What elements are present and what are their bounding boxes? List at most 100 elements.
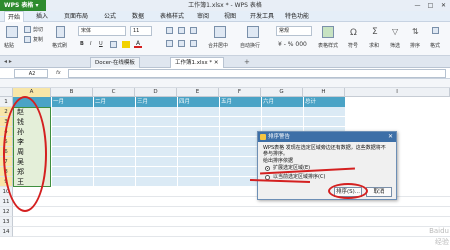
align-left-icon[interactable]	[166, 40, 173, 47]
column-header-b[interactable]: B	[51, 88, 93, 97]
font-name-select[interactable]: 宋体	[78, 26, 126, 36]
column-header-g[interactable]: G	[261, 88, 303, 97]
name-box[interactable]: A2	[14, 69, 48, 78]
dialog-close-icon[interactable]: ✕	[386, 133, 395, 141]
copy-label[interactable]: 复制	[33, 36, 43, 43]
filter-label[interactable]: 筛选	[390, 42, 400, 49]
header-total[interactable]: 总计	[303, 97, 316, 107]
merge-center-icon[interactable]	[214, 26, 226, 38]
formula-bar: A2 fx	[0, 68, 450, 79]
app-menu-button[interactable]: WPS 表格 ▾	[0, 0, 46, 11]
new-tab-icon[interactable]: +	[244, 58, 250, 66]
menu-features[interactable]: 特色功能	[285, 11, 309, 22]
sum-icon[interactable]: Σ	[372, 27, 378, 37]
fill-color-icon[interactable]	[122, 41, 130, 48]
annotation-circle-sort-button	[328, 183, 368, 199]
cancel-button[interactable]: 取消	[366, 187, 392, 197]
wrap-text-label[interactable]: 自动换行	[240, 42, 260, 49]
header-jun[interactable]: 六月	[261, 97, 274, 107]
menu-review[interactable]: 审阅	[197, 11, 209, 22]
tab-docer-label: Docer-在线模板	[95, 60, 135, 66]
column-header-e[interactable]: E	[177, 88, 219, 97]
format-label[interactable]: 格式	[430, 42, 440, 49]
minimize-button[interactable]: —	[412, 1, 423, 10]
header-jan[interactable]: 一月	[51, 97, 64, 107]
ribbon-toolbar: 粘贴 剪切 复制 格式刷 宋体 11 B I U A 合并居中 自动换行 常规 …	[0, 22, 450, 56]
app-name: WPS 表格	[4, 2, 34, 9]
align-center-icon[interactable]	[178, 40, 185, 47]
row-header[interactable]: 1	[0, 97, 13, 107]
italic-button[interactable]: I	[90, 41, 91, 47]
font-size-select[interactable]: 11	[130, 26, 152, 36]
menu-page-layout[interactable]: 页面布局	[64, 11, 88, 22]
header-mar[interactable]: 三月	[135, 97, 148, 107]
tab-workbook1[interactable]: 工作簿1.xlsx * ✕	[170, 57, 224, 68]
row-header[interactable]: 13	[0, 217, 13, 227]
row-header[interactable]: 14	[0, 227, 13, 237]
currency-icon[interactable]: ¥ - % 000	[278, 41, 307, 48]
header-may[interactable]: 五月	[219, 97, 232, 107]
header-apr[interactable]: 四月	[177, 97, 190, 107]
row-header[interactable]: 12	[0, 207, 13, 217]
sort-icon[interactable]: ⇅	[412, 27, 419, 36]
cut-label[interactable]: 剪切	[33, 26, 43, 33]
menu-developer[interactable]: 开发工具	[250, 11, 274, 22]
menu-insert[interactable]: 插入	[36, 11, 48, 22]
align-right-icon[interactable]	[190, 40, 197, 47]
tab-docer-templates[interactable]: Docer-在线模板	[90, 57, 140, 68]
menu-table-style[interactable]: 表格样式	[160, 11, 184, 22]
paste-icon[interactable]	[6, 26, 18, 38]
format-painter-label[interactable]: 格式刷	[52, 42, 67, 49]
format-icon[interactable]	[432, 27, 439, 34]
column-header-f[interactable]: F	[219, 88, 261, 97]
menu-view[interactable]: 视图	[224, 11, 236, 22]
fx-icon[interactable]: fx	[56, 70, 61, 76]
close-button[interactable]: ✕	[438, 1, 449, 10]
maximize-button[interactable]: □	[425, 1, 436, 10]
menu-bar: 开始 插入 页面布局 公式 数据 表格样式 审阅 视图 开发工具 特色功能	[0, 11, 450, 22]
table-style-icon[interactable]	[322, 26, 334, 38]
tab-workbook-label: 工作簿1.xlsx *	[175, 60, 213, 66]
column-header-c[interactable]: C	[93, 88, 135, 97]
font-color-icon[interactable]: A	[134, 41, 142, 48]
formula-input[interactable]	[68, 69, 446, 78]
align-middle-icon[interactable]	[178, 27, 185, 34]
header-feb[interactable]: 二月	[93, 97, 106, 107]
column-divider	[135, 97, 136, 187]
column-header-d[interactable]: D	[135, 88, 177, 97]
wrap-text-icon[interactable]	[247, 26, 259, 38]
watermark-line2: 经验	[435, 238, 449, 246]
sort-label[interactable]: 排序	[410, 42, 420, 49]
dialog-prompt: 给出排序依据	[263, 158, 294, 164]
sort-warning-dialog: 排序警告 ✕ WPS表格 发现在选定区域旁边还有数据，这些数据将不 参与排序。 …	[257, 131, 397, 200]
expand-selection-radio[interactable]	[265, 166, 270, 171]
symbol-label[interactable]: 符号	[348, 42, 358, 49]
menu-home[interactable]: 开始	[4, 11, 25, 22]
border-icon[interactable]	[110, 41, 117, 48]
column-header-a[interactable]: A	[13, 88, 51, 97]
filter-icon[interactable]: ▽	[392, 27, 398, 36]
table-style-label[interactable]: 表格样式	[318, 42, 338, 49]
menu-data[interactable]: 数据	[132, 11, 144, 22]
align-bottom-icon[interactable]	[190, 27, 197, 34]
copy-icon[interactable]	[24, 36, 31, 43]
merge-center-label[interactable]: 合并居中	[208, 42, 228, 49]
table-row	[13, 117, 345, 127]
format-painter-icon[interactable]	[56, 26, 65, 38]
sum-label[interactable]: 求和	[369, 42, 379, 49]
align-top-icon[interactable]	[166, 27, 173, 34]
symbol-icon[interactable]: Ω	[350, 28, 357, 38]
bold-button[interactable]: B	[80, 41, 84, 47]
window-title: 工作簿1.xlsx * - WPS 表格	[188, 2, 262, 9]
menu-formulas[interactable]: 公式	[104, 11, 116, 22]
dialog-message-line2: 参与排序。	[263, 151, 289, 157]
column-header-h[interactable]: H	[303, 88, 345, 97]
paste-label[interactable]: 粘贴	[4, 42, 14, 49]
underline-button[interactable]: U	[99, 41, 103, 47]
tab-nav-icon[interactable]: ◂ ▸	[4, 58, 12, 65]
select-all-corner[interactable]	[0, 88, 13, 97]
cut-icon[interactable]	[24, 26, 31, 33]
column-header-i[interactable]: I	[345, 88, 450, 97]
column-headers: A B C D E F G H I	[0, 88, 450, 97]
number-format-select[interactable]: 常规	[276, 26, 312, 36]
